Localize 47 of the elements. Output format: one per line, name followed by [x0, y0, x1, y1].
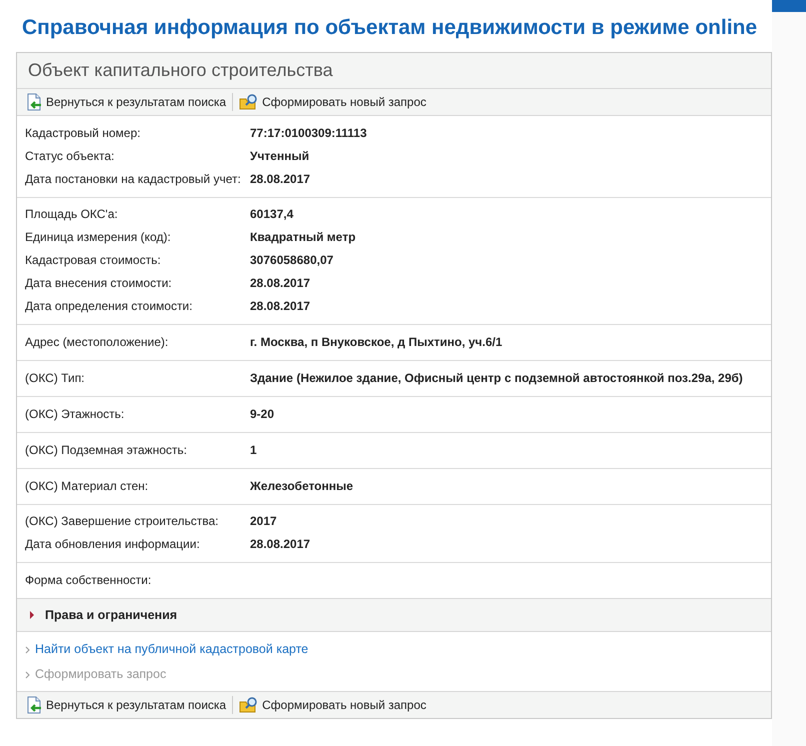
field-label: (ОКС) Материал стен:: [25, 478, 150, 494]
page-title: Справочная информация по объектам недвижимости в режиме online: [22, 15, 758, 41]
field-label: (ОКС) Завершение строительства:: [25, 512, 220, 530]
section-header[interactable]: Права и ограничения: [17, 598, 771, 632]
field-label: Адрес (местоположение):: [25, 334, 170, 350]
folder-magnifier-icon: [239, 92, 260, 110]
section-title: Права и ограничения: [45, 606, 178, 624]
field-label: Кадастровая стоимость:: [25, 252, 162, 268]
field-value: 28.08.2017: [250, 298, 310, 314]
field-value: 3076058680,07: [250, 252, 334, 268]
field-value: Учтенный: [250, 148, 310, 164]
new-request-button[interactable]: Сформировать новый запрос: [239, 696, 426, 714]
field-value: 60137,4: [250, 206, 294, 222]
field-value: 2017: [250, 512, 277, 530]
back-button[interactable]: Вернуться к результатам поиска: [25, 696, 226, 714]
new-request-button[interactable]: Сформировать новый запрос: [239, 92, 426, 110]
document-arrow-icon: [25, 92, 43, 110]
field-value: 9-20: [250, 406, 274, 422]
field-label: (ОКС) Этажность:: [25, 406, 126, 422]
field-value: 77:17:0100309:11113: [250, 124, 367, 142]
field-label: (ОКС) Подземная этажность:: [25, 442, 188, 458]
chevron-right-icon: [25, 670, 30, 679]
field-value: г. Москва, п Внуковское, д Пыхтино, уч.6/1: [250, 334, 502, 350]
folder-magnifier-icon: [239, 696, 260, 714]
field-label: Форма собственности:: [25, 572, 152, 588]
field-value: 28.08.2017: [250, 536, 310, 552]
link-disabled: Сформировать запрос: [35, 666, 166, 684]
field-value: 28.08.2017: [250, 170, 310, 188]
field-label: Единица измерения (код):: [25, 228, 172, 246]
field-label: (ОКС) Тип:: [25, 370, 86, 386]
field-label: Дата внесения стоимости:: [25, 274, 173, 292]
link[interactable]: Найти объект на публичной кадастровой карте: [35, 637, 308, 662]
panel-heading: Объект капитального строительства: [17, 52, 771, 88]
field-value: Железобетонные: [250, 478, 354, 494]
back-button[interactable]: Вернуться к результатам поиска: [25, 92, 226, 110]
field-value: Здание (Нежилое здание, Офисный центр с подземной автостоянкой поз.29а, 29б): [250, 370, 743, 386]
chevron-right-icon: [25, 646, 30, 654]
field-label: Дата определения стоимости:: [25, 298, 194, 314]
field-label: Дата постановки на кадастровый учет:: [25, 170, 242, 188]
field-value: 1: [250, 442, 257, 458]
field-value: 28.08.2017: [250, 274, 310, 292]
field-label: Площадь ОКС'а:: [25, 206, 119, 222]
field-label: Кадастровый номер:: [25, 124, 142, 142]
field-label: Дата обновления информации:: [25, 536, 201, 552]
field-label: Статус объекта:: [25, 148, 116, 164]
field-value: Квадратный метр: [250, 228, 356, 246]
document-arrow-icon: [25, 696, 43, 714]
